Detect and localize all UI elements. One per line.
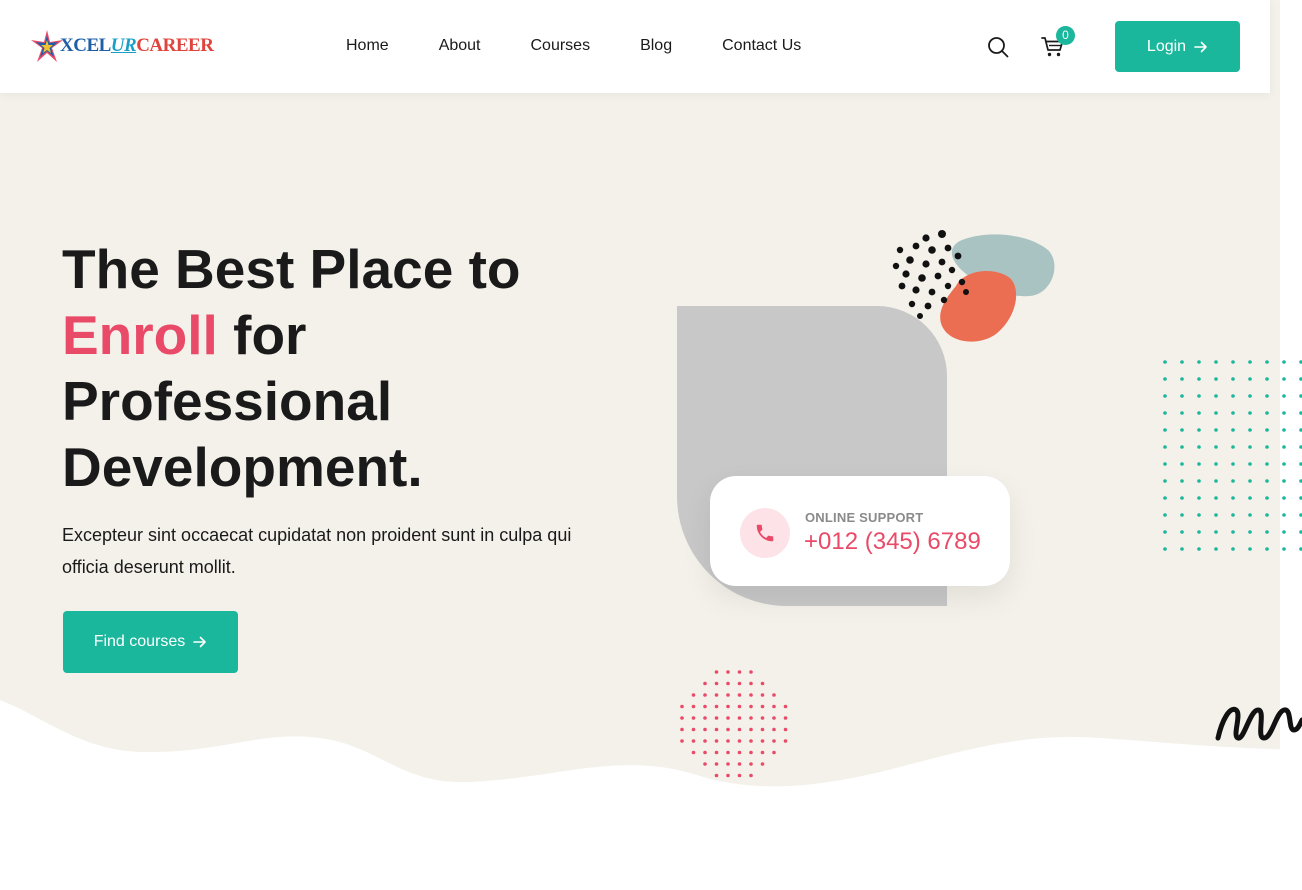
site-logo[interactable]: XCELURCAREER [30,28,214,64]
star-logo-icon [31,30,63,62]
arrow-right-icon [193,636,207,648]
login-button-label: Login [1146,37,1187,55]
logo-text-part2: UR [110,35,137,56]
pink-dot-pattern [680,670,788,778]
hero-title-line3: Professional [62,370,393,432]
hero-title-accent: Enroll [62,304,218,366]
nav-about[interactable]: About [439,37,481,55]
logo-text: XCELURCAREER [60,35,214,57]
squiggle-decoration [1215,706,1302,741]
logo-text-part3: CAREER [136,35,214,56]
online-support-card: ONLINE SUPPORT +012 (345) 6789 [710,476,1010,586]
support-phone-number[interactable]: +012 (345) 6789 [804,528,981,556]
main-nav: Home About Courses Blog Contact Us [346,37,851,55]
nav-contact-us[interactable]: Contact Us [722,37,801,55]
hero-description: Excepteur sint occaecat cupidatat non pr… [62,525,572,577]
arrow-right-icon [1194,41,1207,52]
find-courses-label: Find courses [93,633,186,650]
teal-dot-pattern [1163,360,1302,551]
login-button[interactable]: Login [1115,21,1240,72]
nav-blog[interactable]: Blog [640,37,672,55]
hero-title: The Best Place to Enroll for Professional D… [62,236,622,500]
wave-divider [0,700,1302,890]
phone-icon [756,524,774,542]
site-header: XCELURCAREER Home About Courses Blog Con… [0,0,1270,93]
hero-title-line1: The Best Place to [62,238,521,300]
hero-title-line2-rest: for [217,304,307,366]
support-label: ONLINE SUPPORT [805,510,924,525]
hero-title-line4: Development. [62,436,423,498]
nav-home[interactable]: Home [346,37,389,55]
find-courses-button[interactable]: Find courses [63,611,238,673]
cart-count-badge: 0 [1056,26,1075,45]
search-icon[interactable] [987,36,1009,58]
phone-icon-circle [740,508,790,558]
nav-courses[interactable]: Courses [531,37,591,55]
logo-text-part1: XCEL [60,35,111,56]
